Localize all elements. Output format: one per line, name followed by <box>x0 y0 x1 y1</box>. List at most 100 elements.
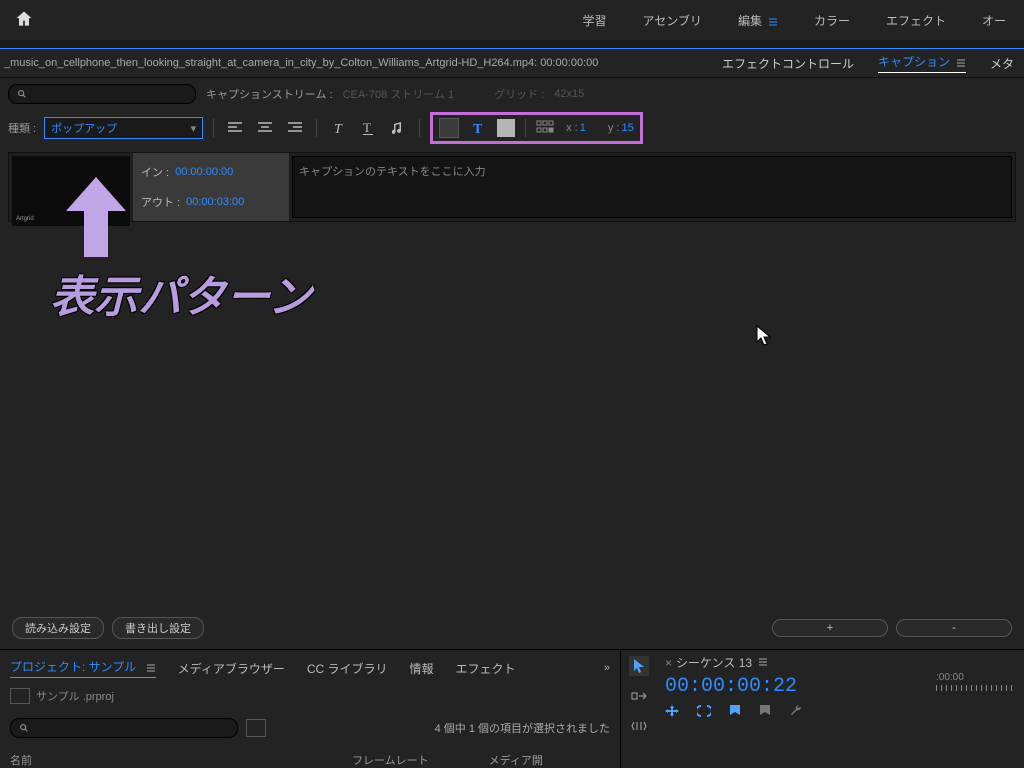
selection-status: 4 個中 1 個の項目が選択されました <box>435 720 610 736</box>
tab-captions[interactable]: キャプション <box>878 53 966 73</box>
timeline-controls <box>665 704 1016 721</box>
col-media[interactable]: メディア開 <box>489 752 543 768</box>
remove-caption-button[interactable]: - <box>896 619 1012 637</box>
hamburger-icon[interactable] <box>758 656 768 670</box>
x-coord[interactable]: x :1 <box>566 122 586 134</box>
separator <box>525 119 526 137</box>
close-icon[interactable]: × <box>665 656 672 670</box>
caption-search[interactable] <box>8 84 196 104</box>
app-topbar: 学習 アセンブリ 編集 カラー エフェクト オー <box>0 0 1024 40</box>
align-center-icon[interactable] <box>254 118 276 138</box>
stream-label: キャプションストリーム : <box>206 86 333 102</box>
tab-media-browser[interactable]: メディアブラウザー <box>178 660 285 677</box>
separator <box>213 119 214 137</box>
tab-effects-panel[interactable]: エフェクト <box>456 660 516 677</box>
bin-icon[interactable] <box>10 688 30 704</box>
tab-cc-libraries[interactable]: CC ライブラリ <box>307 660 388 677</box>
workspace-tab-color[interactable]: カラー <box>814 12 850 29</box>
timeline-ruler[interactable]: :00:00 <box>936 672 1016 691</box>
caption-format-row: 種類 : ポップアップ T T T x :1 y :15 <box>0 110 1024 152</box>
project-file-row: サンプル .prproj <box>10 688 610 704</box>
workspace-tab-audio[interactable]: オー <box>982 12 1006 29</box>
grid-value: 42x15 <box>554 88 584 100</box>
align-right-icon[interactable] <box>284 118 306 138</box>
bg-color-swatch[interactable] <box>439 118 459 138</box>
cursor-icon <box>756 325 772 350</box>
underline-icon[interactable]: T <box>357 118 379 138</box>
hamburger-icon[interactable] <box>768 14 778 28</box>
annotation-label: 表示パターン <box>50 261 312 325</box>
panel-header: _music_on_cellphone_then_looking_straigh… <box>0 49 1024 78</box>
home-icon[interactable] <box>14 9 36 31</box>
text-color-icon[interactable]: T <box>467 118 489 138</box>
col-name[interactable]: 名前 <box>10 752 32 768</box>
lower-panels: プロジェクト: サンプル メディアブラウザー CC ライブラリ 情報 エフェクト… <box>0 649 1024 768</box>
file-name: _music_on_cellphone_then_looking_straigh… <box>4 57 704 69</box>
project-tabs: プロジェクト: サンプル メディアブラウザー CC ライブラリ 情報 エフェクト… <box>10 654 610 682</box>
col-framerate[interactable]: フレームレート <box>352 752 429 768</box>
tab-effect-controls[interactable]: エフェクトコントロール <box>722 55 854 72</box>
thumbnail-watermark: Artgrid <box>16 216 34 222</box>
music-note-icon[interactable] <box>387 118 409 138</box>
hamburger-icon[interactable] <box>146 660 156 674</box>
type-dropdown[interactable]: ポップアップ <box>44 117 203 139</box>
svg-text:T: T <box>473 122 483 135</box>
more-tabs-icon[interactable]: » <box>604 662 610 674</box>
workspace-tab-editing[interactable]: 編集 <box>738 12 778 29</box>
sequence-tab[interactable]: ×シーケンス 13 <box>665 656 768 670</box>
stream-dropdown[interactable]: CEA-708 ストリーム 1 <box>343 86 455 102</box>
wrench-icon[interactable] <box>789 704 803 721</box>
tab-project[interactable]: プロジェクト: サンプル <box>10 658 156 678</box>
in-label: イン : <box>141 164 169 180</box>
grid-label: グリッド : <box>494 86 544 102</box>
bin-view-icon[interactable] <box>246 719 266 737</box>
add-caption-button[interactable]: + <box>772 619 888 637</box>
panel-bottom-buttons: 読み込み設定 書き出し設定 + - <box>0 617 1024 639</box>
out-timecode[interactable]: 00:00:03:00 <box>186 196 244 208</box>
project-columns: 名前 フレームレート メディア開 <box>10 752 610 768</box>
ruler-tick-label: :00:00 <box>936 672 1016 683</box>
workspace-tab-learn[interactable]: 学習 <box>583 12 607 29</box>
project-panel: プロジェクト: サンプル メディアブラウザー CC ライブラリ 情報 エフェクト… <box>0 650 621 768</box>
project-search[interactable] <box>10 718 238 738</box>
svg-text:T: T <box>363 121 371 135</box>
export-settings-button[interactable]: 書き出し設定 <box>112 617 204 639</box>
fg-color-swatch[interactable] <box>497 119 515 137</box>
caption-stream-row: キャプションストリーム : CEA-708 ストリーム 1 グリッド : 42x… <box>0 78 1024 110</box>
source-panel: _music_on_cellphone_then_looking_straigh… <box>0 48 1024 649</box>
timeline-toolstrip <box>621 650 657 768</box>
separator <box>419 119 420 137</box>
workspace-tab-assembly[interactable]: アセンブリ <box>643 12 702 29</box>
ripple-edit-tool-icon[interactable] <box>629 716 649 736</box>
import-settings-button[interactable]: 読み込み設定 <box>12 617 104 639</box>
y-coord[interactable]: y :15 <box>608 122 634 134</box>
separator <box>316 119 317 137</box>
hamburger-icon[interactable] <box>956 55 966 69</box>
caption-text-input[interactable]: キャプションのテキストをここに入力 <box>292 156 1012 218</box>
position-grid-icon[interactable] <box>536 120 556 137</box>
linked-selection-icon[interactable] <box>697 704 711 721</box>
workspace-tab-effects[interactable]: エフェクト <box>886 12 946 29</box>
tab-metadata[interactable]: メタ <box>990 55 1014 72</box>
caption-thumbnail[interactable]: Artgrid <box>12 156 130 226</box>
snap-icon[interactable] <box>665 704 679 721</box>
settings-icon[interactable] <box>759 704 771 721</box>
out-label: アウト : <box>141 194 180 210</box>
workspace-tabs: 学習 アセンブリ 編集 カラー エフェクト オー <box>583 12 1016 29</box>
marker-icon[interactable] <box>729 704 741 721</box>
panel-tabs: エフェクトコントロール キャプション メタ <box>722 53 1014 73</box>
align-left-icon[interactable] <box>224 118 246 138</box>
in-timecode[interactable]: 00:00:00:00 <box>175 166 233 178</box>
ruler-ticks <box>936 685 1016 691</box>
type-label: 種類 : <box>8 120 36 136</box>
caption-entry: Artgrid イン : 00:00:00:00 アウト : 00:00:03:00… <box>8 152 1016 222</box>
caption-times: イン : 00:00:00:00 アウト : 00:00:03:00 <box>133 153 289 221</box>
project-search-row: 4 個中 1 個の項目が選択されました <box>10 718 610 738</box>
selection-tool-icon[interactable] <box>629 656 649 676</box>
project-filename: サンプル .prproj <box>36 688 114 704</box>
highlighted-box: T x :1 y :15 <box>430 112 643 144</box>
italic-icon[interactable]: T <box>327 118 349 138</box>
timeline-panel: ×シーケンス 13 00:00:00:22 :00:00 <box>657 650 1024 768</box>
track-select-tool-icon[interactable] <box>629 686 649 706</box>
tab-info[interactable]: 情報 <box>410 660 434 677</box>
